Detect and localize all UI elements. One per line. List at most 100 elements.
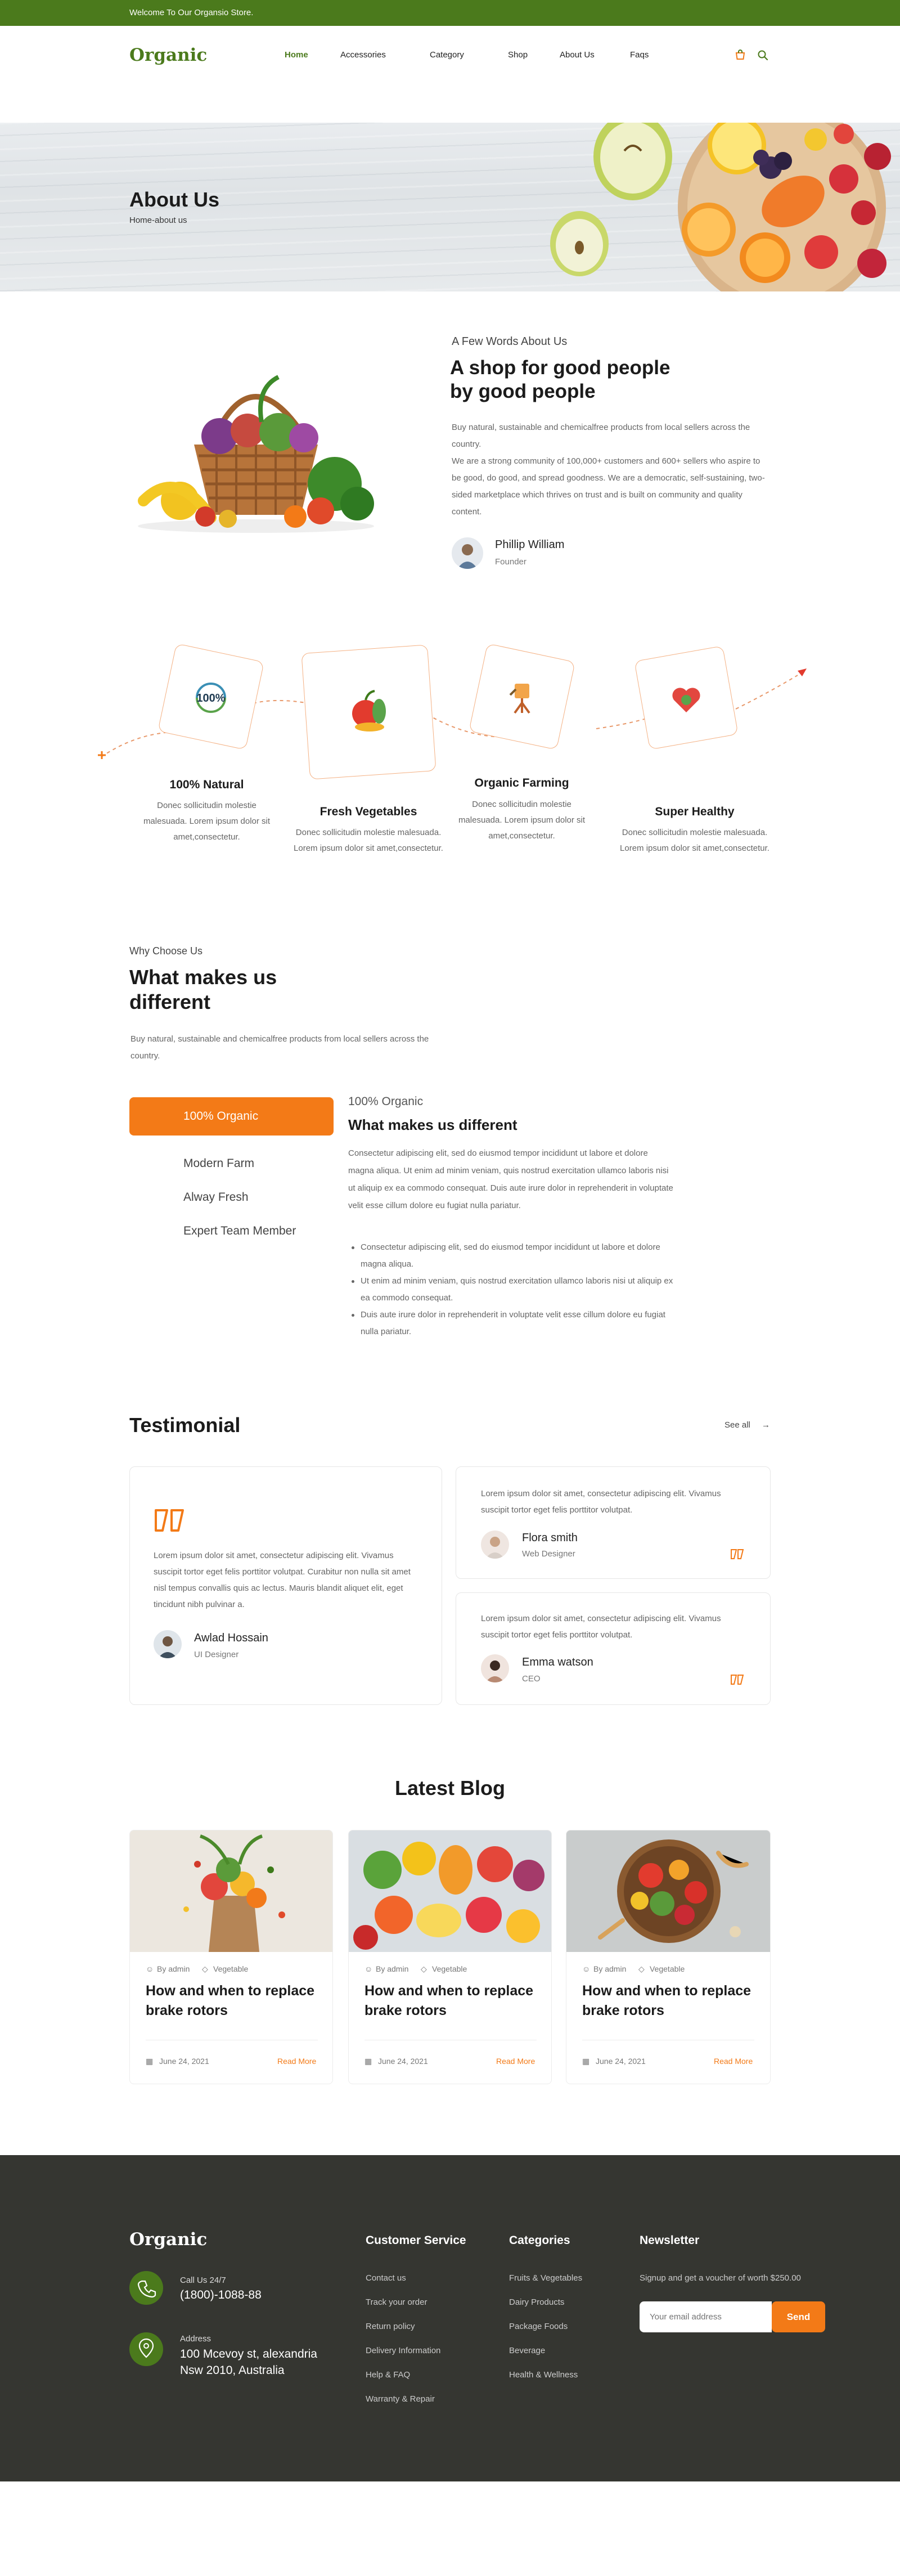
blog-title[interactable]: How and when to replace brake rotors xyxy=(582,1981,757,2021)
tab-expert-team[interactable]: Expert Team Member xyxy=(183,1224,296,1238)
blog-tag[interactable]: Vegetable xyxy=(432,1964,467,1973)
tag-icon: ◇ xyxy=(202,1964,208,1973)
blog-tag[interactable]: Vegetable xyxy=(650,1964,685,1973)
footer-link-fruits[interactable]: Fruits & Vegetables xyxy=(509,2273,582,2283)
footer-link-return[interactable]: Return policy xyxy=(366,2322,415,2331)
read-more-link[interactable]: Read More xyxy=(714,2057,753,2066)
testimonial-featured-name: Awlad Hossain xyxy=(194,1632,268,1644)
blog-title[interactable]: How and when to replace brake rotors xyxy=(146,1981,320,2021)
nav-faqs[interactable]: Faqs xyxy=(630,50,649,60)
nav-shop[interactable]: Shop xyxy=(508,50,528,60)
nav-accessories[interactable]: Accessories xyxy=(340,50,386,60)
page: Welcome To Our Organsio Store. Organic H… xyxy=(0,0,900,2576)
footer-link-help[interactable]: Help & FAQ xyxy=(366,2370,410,2380)
founder-role: Founder xyxy=(495,557,526,567)
site-logo[interactable]: Organic xyxy=(129,45,207,65)
see-all-link[interactable]: See all → xyxy=(724,1420,770,1430)
tab-modern-farm[interactable]: Modern Farm xyxy=(183,1157,254,1170)
footer-link-package[interactable]: Package Foods xyxy=(509,2322,568,2331)
svg-text:100%: 100% xyxy=(196,692,225,704)
newsletter-heading: Newsletter xyxy=(640,2234,700,2247)
blog-card[interactable]: ☺ By admin ◇ Vegetable How and when to r… xyxy=(566,1830,771,2084)
feature-title-natural: 100% Natural xyxy=(169,778,244,791)
testimonial-card xyxy=(456,1592,771,1705)
blog-date: June 24, 2021 xyxy=(159,2057,209,2066)
blog-card[interactable]: ☺ By admin ◇ Vegetable How and when to r… xyxy=(129,1830,333,2084)
call-label: Call Us 24/7 xyxy=(180,2276,226,2285)
blog-image xyxy=(566,1830,770,1952)
blog-author: By admin xyxy=(593,1964,627,1973)
nav-home[interactable]: Home xyxy=(285,50,308,60)
address-line-2: Nsw 2010, Australia xyxy=(180,2364,285,2377)
calendar-icon: ▦ xyxy=(582,2057,590,2066)
cart-icon[interactable] xyxy=(735,50,746,61)
search-icon[interactable] xyxy=(757,50,768,61)
location-icon xyxy=(129,2332,163,2366)
footer-link-warranty[interactable]: Warranty & Repair xyxy=(366,2394,435,2404)
testimonial-role: CEO xyxy=(522,1674,541,1684)
detail-kicker: 100% Organic xyxy=(348,1095,424,1108)
address-line-1: 100 Mcevoy st, alexandria xyxy=(180,2348,317,2360)
testimonial-title: Testimonial xyxy=(129,1413,241,1437)
blog-image xyxy=(349,1830,551,1952)
nav-about-us[interactable]: About Us xyxy=(560,50,595,60)
categories-heading: Categories xyxy=(509,2234,570,2247)
about-paragraph-2: We are a strong community of 100,000+ cu… xyxy=(452,456,765,517)
detail-bullets: Consectetur adipiscing elit, sed do eius… xyxy=(348,1239,680,1340)
call-number[interactable]: (1800)-1088-88 xyxy=(180,2288,262,2302)
testimonial-name: Emma watson xyxy=(522,1656,593,1668)
author-icon: ☺ xyxy=(364,1964,373,1973)
read-more-link[interactable]: Read More xyxy=(277,2057,316,2066)
farming-icon xyxy=(509,684,530,714)
quote-icon xyxy=(731,1549,744,1559)
blog-card[interactable]: ☺ By admin ◇ Vegetable How and when to r… xyxy=(348,1830,552,2084)
welcome-text: Welcome To Our Organsio Store. xyxy=(129,8,254,17)
founder-name: Phillip William xyxy=(495,538,565,551)
footer-link-contact[interactable]: Contact us xyxy=(366,2273,406,2283)
footer-link-health[interactable]: Health & Wellness xyxy=(509,2370,578,2380)
footer-link-track[interactable]: Track your order xyxy=(366,2297,427,2307)
testimonial-text: Lorem ipsum dolor sit amet, consectetur … xyxy=(481,1614,721,1640)
newsletter-text: Signup and get a voucher of worth $250.0… xyxy=(640,2273,801,2283)
detail-title: What makes us different xyxy=(348,1116,518,1133)
blog-title[interactable]: How and when to replace brake rotors xyxy=(364,1981,539,2021)
footer-link-beverage[interactable]: Beverage xyxy=(509,2346,545,2355)
footer-link-dairy[interactable]: Dairy Products xyxy=(509,2297,564,2307)
footer-link-delivery[interactable]: Delivery Information xyxy=(366,2346,440,2355)
tab-100-organic[interactable]: 100% Organic xyxy=(129,1097,334,1136)
page-title: About Us xyxy=(129,188,219,211)
testimonial-role: Web Designer xyxy=(522,1549,575,1559)
why-paragraph: Buy natural, sustainable and chemicalfre… xyxy=(130,1034,429,1061)
newsletter-send-button[interactable]: Send xyxy=(772,2301,825,2332)
phone-icon xyxy=(129,2271,163,2305)
hundred-percent-icon: 100% xyxy=(196,683,226,713)
feature-desc-healthy: Donec sollicitudin molestie malesuada. L… xyxy=(620,828,770,853)
list-item: Consectetur adipiscing elit, sed do eius… xyxy=(348,1239,680,1273)
fruit-icon xyxy=(352,690,386,731)
feature-title-healthy: Super Healthy xyxy=(655,805,735,818)
tag-icon: ◇ xyxy=(638,1964,645,1973)
arrow-right-icon: → xyxy=(762,1420,771,1430)
fruit-illustration xyxy=(550,123,891,291)
why-title: What makes us different xyxy=(129,966,277,1013)
quote-icon xyxy=(155,1509,184,1532)
blog-tag[interactable]: Vegetable xyxy=(213,1964,248,1973)
newsletter-email-input[interactable] xyxy=(640,2301,772,2332)
vegetable-basket-image xyxy=(138,375,374,533)
about-kicker: A Few Words About Us xyxy=(452,335,568,348)
testimonial-featured-role: UI Designer xyxy=(194,1650,239,1659)
avatar xyxy=(481,1654,509,1682)
breadcrumb[interactable]: Home-about us xyxy=(129,216,187,225)
footer-logo[interactable]: Organic xyxy=(129,2229,207,2250)
nav-category[interactable]: Category xyxy=(430,50,464,60)
calendar-icon: ▦ xyxy=(146,2057,154,2066)
see-all-label: See all xyxy=(724,1420,750,1430)
tab-alway-fresh[interactable]: Alway Fresh xyxy=(183,1191,249,1204)
why-kicker: Why Choose Us xyxy=(129,945,203,957)
feature-title-farming: Organic Farming xyxy=(474,777,569,789)
read-more-link[interactable]: Read More xyxy=(496,2057,535,2066)
feature-desc-natural: Donec sollicitudin molestie malesuada. L… xyxy=(143,801,271,842)
detail-paragraph: Consectetur adipiscing elit, sed do eius… xyxy=(348,1148,673,1210)
blog-author: By admin xyxy=(157,1964,190,1973)
feature-desc-vegetables: Donec sollicitudin molestie malesuada. L… xyxy=(294,828,443,853)
